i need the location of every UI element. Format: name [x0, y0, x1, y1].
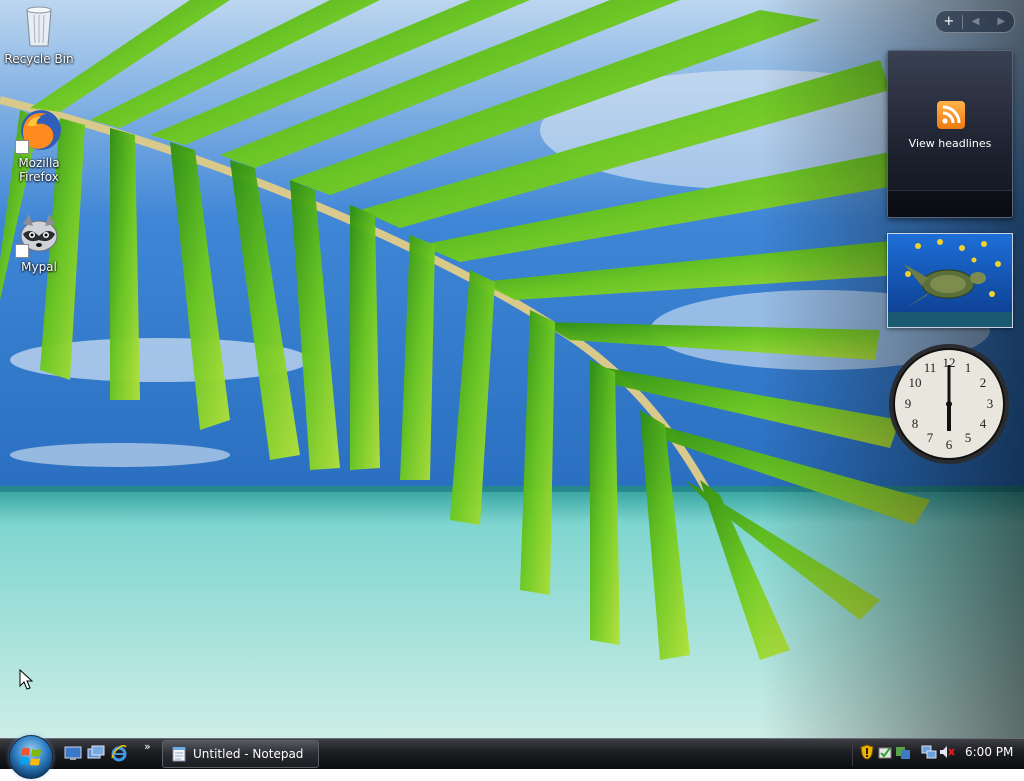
- taskbar-window-title: Untitled - Notepad: [193, 747, 304, 761]
- desktop-wallpaper: [0, 0, 1024, 738]
- mouse-cursor-icon: [19, 669, 33, 690]
- add-gadget-button[interactable]: +: [936, 11, 962, 32]
- sidebar-controls: + ◀ ▶: [935, 10, 1015, 33]
- analog-clock-gadget[interactable]: 12 1 2 3 4 5 6 7 8 9 10 11: [886, 341, 1012, 467]
- shield-warning-icon[interactable]: [859, 744, 875, 760]
- clock-numeral: 8: [912, 416, 919, 431]
- desktop-icon-label: Mozilla Firefox: [18, 156, 60, 184]
- desktop-icon-mozilla-firefox[interactable]: Mozilla Firefox: [1, 106, 77, 184]
- show-desktop-icon: [64, 746, 82, 760]
- start-button[interactable]: [9, 735, 53, 779]
- switch-windows-icon: [87, 745, 105, 759]
- next-page-button[interactable]: ▶: [988, 11, 1014, 32]
- clock-numeral: 7: [927, 430, 934, 445]
- clock-numeral: 11: [924, 360, 937, 375]
- rss-feed-icon: [937, 101, 965, 129]
- show-desktop-button[interactable]: [64, 744, 82, 762]
- view-headlines-link[interactable]: View headlines: [888, 137, 1012, 150]
- desktop-icon-recycle-bin[interactable]: Recycle Bin: [1, 2, 77, 66]
- clock-numeral: 9: [905, 396, 912, 411]
- tray-app-icon[interactable]: [877, 744, 893, 760]
- desktop-icon-label: Recycle Bin: [4, 52, 74, 66]
- taskbar-window-button[interactable]: Untitled - Notepad: [162, 740, 319, 768]
- firefox-icon: [15, 106, 63, 154]
- shortcut-arrow-icon: [15, 244, 29, 258]
- internet-explorer-icon: [111, 745, 127, 762]
- previous-page-button[interactable]: ◀: [963, 11, 989, 32]
- clock-numeral: 10: [909, 375, 922, 390]
- shortcut-arrow-icon: [15, 140, 29, 154]
- tray-app-icon-2[interactable]: [895, 744, 911, 760]
- quick-launch-more-button[interactable]: »: [144, 740, 151, 753]
- clock-numeral: 3: [987, 396, 994, 411]
- recycle-bin-icon: [15, 2, 63, 50]
- notification-area: 6:00 PM: [852, 740, 1024, 766]
- network-icon[interactable]: [921, 744, 937, 760]
- clock-numeral: 2: [980, 375, 987, 390]
- clock-numeral: 4: [980, 416, 987, 431]
- clock-numeral: 6: [946, 437, 953, 452]
- switch-windows-button[interactable]: [87, 744, 105, 762]
- windows-logo-icon: [20, 747, 41, 766]
- gadget-footer: [888, 190, 1012, 217]
- desktop-icon-mypal[interactable]: Mypal: [1, 210, 77, 274]
- clock-numeral: 1: [965, 360, 972, 375]
- clock-numeral: 5: [965, 430, 972, 445]
- sea-turtle-photo: [888, 234, 1012, 327]
- desktop-icon-label: Mypal: [21, 260, 57, 274]
- feed-headlines-gadget[interactable]: View headlines: [887, 50, 1013, 218]
- notepad-icon: [172, 747, 186, 762]
- slideshow-gadget[interactable]: [887, 233, 1013, 328]
- mypal-raccoon-icon: [15, 210, 63, 258]
- internet-explorer-button[interactable]: [110, 744, 128, 762]
- taskbar-clock[interactable]: 6:00 PM: [965, 745, 1013, 759]
- volume-muted-icon[interactable]: [939, 744, 955, 760]
